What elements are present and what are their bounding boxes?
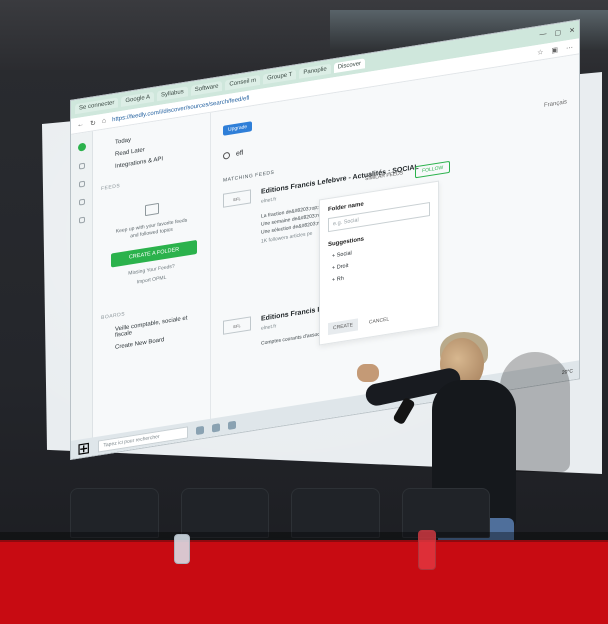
browser-tab[interactable]: Panoplie: [299, 63, 331, 79]
browser-tab-active[interactable]: Discover: [333, 58, 366, 74]
left-navigation: Today Read Later Integrations & API FEED…: [93, 112, 211, 458]
folder-popover: Folder name e.g. Social Suggestions + So…: [319, 180, 439, 346]
back-icon[interactable]: ←: [77, 121, 84, 129]
chair: [180, 488, 269, 538]
language-select[interactable]: Français: [544, 99, 567, 109]
empty-state-text: Keep up with your favorite feeds and fol…: [115, 217, 188, 240]
search-icon: [223, 151, 230, 160]
red-bottle: [418, 530, 436, 570]
popover-actions: CREATE CANCEL: [328, 313, 394, 336]
window-controls: — ▢ ✕: [540, 26, 576, 40]
feed-logo-icon: EFL: [223, 316, 251, 335]
windows-start-icon[interactable]: ⊞: [77, 438, 90, 460]
star-icon[interactable]: ☆: [537, 48, 543, 57]
cancel-button[interactable]: CANCEL: [364, 313, 394, 330]
rail-icon[interactable]: [78, 216, 85, 224]
rail-icon[interactable]: [78, 162, 85, 170]
home-icon[interactable]: ⌂: [102, 117, 106, 125]
menu-icon[interactable]: ⋯: [566, 43, 573, 52]
address-icons: ☆ ▣ ⋯: [537, 43, 573, 57]
search-input[interactable]: efl: [236, 150, 243, 158]
red-desk: [0, 540, 608, 624]
upgrade-button[interactable]: Upgrade: [223, 121, 253, 136]
feed-logo-icon: EFL: [223, 189, 251, 208]
photo-scene: Se connecter Google A Syllabus Software …: [0, 0, 608, 624]
feedly-logo-icon[interactable]: [77, 142, 86, 152]
close-icon[interactable]: ✕: [569, 26, 575, 35]
chair: [401, 488, 490, 538]
articles-label: articles pe: [289, 230, 313, 241]
split-icon[interactable]: ▣: [551, 45, 558, 54]
browser-tab[interactable]: Conseil m: [225, 74, 261, 91]
browser-tab[interactable]: Software: [190, 80, 223, 96]
taskbar-app-icon[interactable]: [212, 423, 221, 433]
followers-count: 1K: [261, 237, 268, 245]
taskbar-app-icon[interactable]: [228, 420, 237, 430]
left-rail: [71, 131, 93, 460]
browser-tab[interactable]: Syllabus: [157, 86, 188, 102]
folder-icon: [144, 202, 159, 217]
taskbar-app-icon[interactable]: [196, 425, 205, 435]
chair: [70, 488, 159, 538]
rail-icon[interactable]: [78, 180, 85, 188]
rail-icon[interactable]: [78, 198, 85, 206]
reload-icon[interactable]: ↻: [90, 118, 96, 127]
browser-tab[interactable]: Google A: [121, 91, 155, 107]
feeds-empty-state: Keep up with your favorite feeds and fol…: [105, 187, 198, 301]
browser-tab[interactable]: Groupe T: [263, 69, 297, 85]
water-bottle: [174, 534, 190, 564]
presenter-hand: [357, 364, 379, 382]
create-button[interactable]: CREATE: [328, 318, 358, 336]
followers-label: followers: [268, 234, 289, 244]
minimize-icon[interactable]: —: [540, 31, 547, 40]
maximize-icon[interactable]: ▢: [555, 28, 562, 37]
chair: [291, 488, 380, 538]
